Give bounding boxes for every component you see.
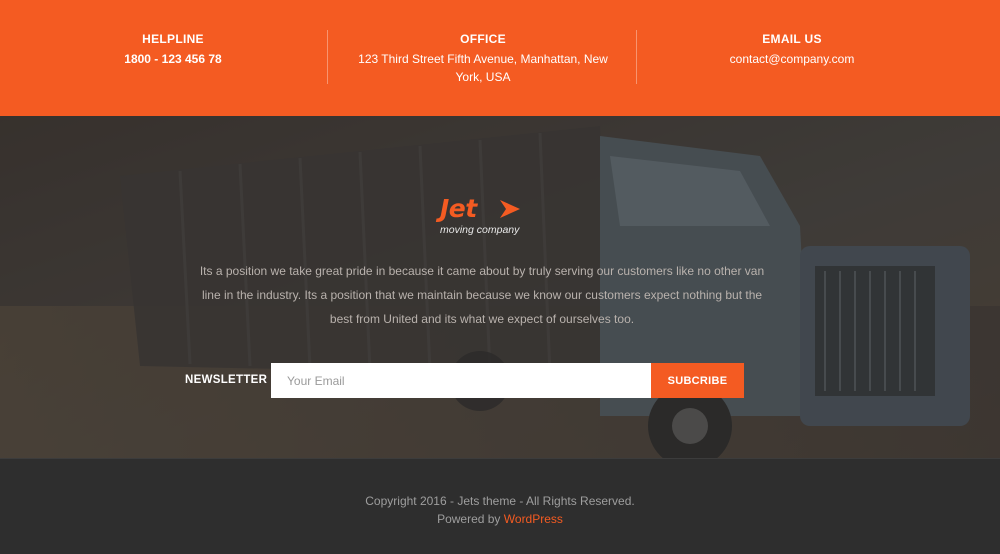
logo-tagline: moving company	[440, 224, 520, 236]
newsletter-label: NEWSLETTER	[185, 374, 268, 386]
logo-wordmark: Jet	[440, 194, 477, 223]
helpline-number[interactable]: 1800 - 123 456 78	[88, 50, 258, 68]
powered-by: Powered by WordPress	[0, 511, 1000, 527]
subscribe-button[interactable]: SUBCRIBE	[651, 363, 744, 398]
helpline-block: HELPLINE 1800 - 123 456 78	[88, 32, 258, 68]
helpline-label: HELPLINE	[142, 32, 204, 46]
divider	[327, 30, 328, 84]
company-logo[interactable]: Jet moving company	[436, 194, 566, 238]
newsletter-email-input[interactable]	[271, 363, 651, 398]
email-label: EMAIL US	[762, 32, 822, 46]
office-address-line-1: 123 Third Street Fifth Avenue, Manhattan…	[358, 52, 608, 66]
site-footer: Copyright 2016 - Jets theme - All Rights…	[0, 458, 1000, 554]
contact-bar: HELPLINE 1800 - 123 456 78 OFFICE 123 Th…	[0, 0, 1000, 116]
divider	[636, 30, 637, 84]
office-address: 123 Third Street Fifth Avenue, Manhattan…	[345, 50, 621, 86]
about-line-2: line in the industry. Its a position tha…	[201, 288, 763, 302]
office-label: OFFICE	[460, 32, 506, 46]
footer-hero: Jet moving company Its a position we tak…	[0, 116, 1000, 458]
about-line-3: best from United and its what we expect …	[329, 312, 635, 326]
powered-by-label: Powered by	[437, 512, 501, 526]
about-text: Its a position we take great pride in be…	[180, 259, 784, 331]
office-block: OFFICE 123 Third Street Fifth Avenue, Ma…	[345, 32, 621, 86]
office-address-line-2: York, USA	[455, 70, 511, 84]
copyright-text: Copyright 2016 - Jets theme - All Rights…	[365, 494, 635, 508]
email-block: EMAIL US contact@company.com	[692, 32, 892, 68]
about-line-1: Its a position we take great pride in be…	[199, 264, 765, 278]
chevron-arrow-icon	[500, 200, 520, 218]
email-address[interactable]: contact@company.com	[692, 50, 892, 68]
wordpress-link[interactable]: WordPress	[504, 512, 563, 526]
